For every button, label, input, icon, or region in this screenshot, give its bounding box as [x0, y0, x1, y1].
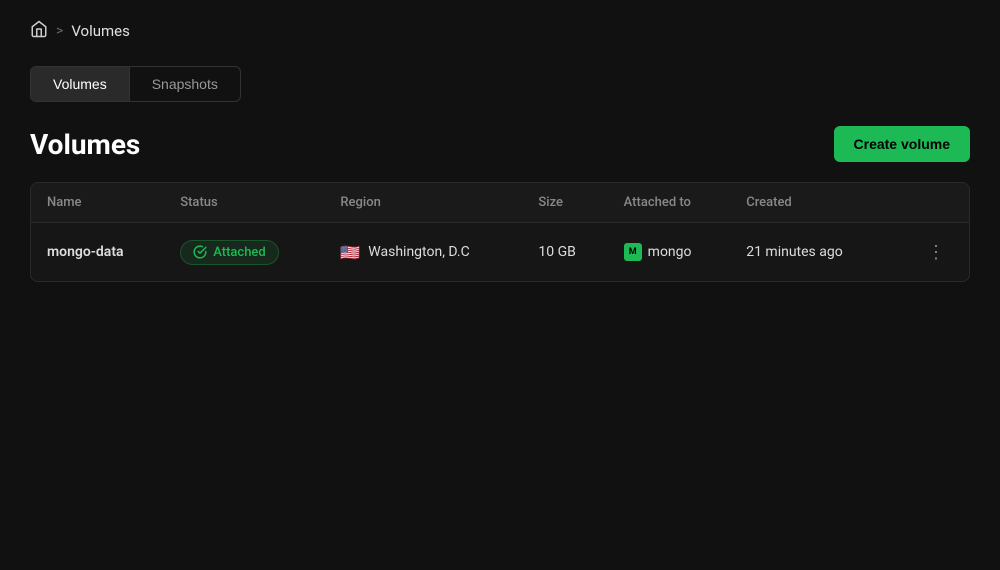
- volumes-table: Name Status Region Size Attached to Crea…: [31, 183, 969, 281]
- cell-size: 10 GB: [522, 223, 607, 282]
- table-header-row: Name Status Region Size Attached to Crea…: [31, 183, 969, 223]
- attached-to-name: mongo: [648, 244, 692, 260]
- flag-icon: 🇺🇸: [340, 243, 360, 262]
- breadcrumb-separator: >: [56, 23, 63, 39]
- col-header-size: Size: [522, 183, 607, 223]
- breadcrumb-current: Volumes: [71, 22, 130, 40]
- tab-volumes[interactable]: Volumes: [31, 67, 130, 101]
- col-header-status: Status: [164, 183, 324, 223]
- page-title: Volumes: [30, 128, 140, 161]
- cell-actions: ⋮: [888, 223, 969, 282]
- breadcrumb: > Volumes: [30, 20, 970, 42]
- cell-created: 21 minutes ago: [730, 223, 888, 282]
- col-header-created: Created: [730, 183, 888, 223]
- create-volume-button[interactable]: Create volume: [834, 126, 970, 162]
- page-header: Volumes Create volume: [30, 126, 970, 162]
- check-circle-icon: [193, 245, 207, 259]
- home-icon[interactable]: [30, 20, 48, 42]
- col-header-name: Name: [31, 183, 164, 223]
- row-more-button[interactable]: ⋮: [919, 239, 953, 265]
- volumes-table-container: Name Status Region Size Attached to Crea…: [30, 182, 970, 282]
- cell-attached-to: M mongo: [608, 223, 731, 282]
- tab-snapshots[interactable]: Snapshots: [130, 67, 240, 101]
- tabs-container: Volumes Snapshots: [30, 66, 241, 102]
- col-header-region: Region: [324, 183, 522, 223]
- status-label: Attached: [213, 245, 265, 260]
- table-row: mongo-data Attached 🇺🇸: [31, 223, 969, 282]
- mongo-icon: M: [624, 243, 642, 261]
- col-header-attached-to: Attached to: [608, 183, 731, 223]
- status-badge: Attached: [180, 240, 278, 265]
- cell-name: mongo-data: [31, 223, 164, 282]
- region-name: Washington, D.C: [368, 244, 469, 260]
- cell-status: Attached: [164, 223, 324, 282]
- col-header-actions: [888, 183, 969, 223]
- cell-region: 🇺🇸 Washington, D.C: [324, 223, 522, 282]
